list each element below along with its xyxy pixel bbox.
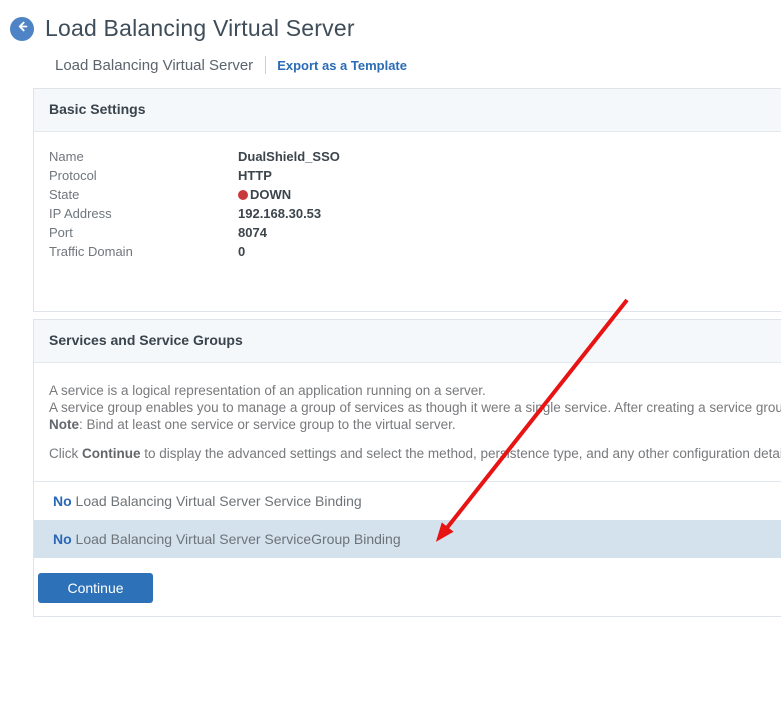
field-value: 8074 (238, 225, 267, 240)
vertical-divider (265, 56, 266, 74)
button-area: Continue (34, 558, 781, 616)
services-description: A service is a logical representation of… (34, 363, 781, 433)
description-line-1: A service is a logical representation of… (49, 382, 781, 399)
field-row-state: State DOWN (49, 185, 766, 204)
description-line-2: A service group enables you to manage a … (49, 399, 781, 416)
basic-settings-title: Basic Settings (49, 101, 145, 117)
hint-prefix: Click (49, 446, 82, 461)
lb-virtual-server-page: Load Balancing Virtual Server Load Balan… (0, 0, 781, 711)
field-label: Name (49, 149, 238, 164)
subheader: Load Balancing Virtual Server Export as … (55, 55, 781, 75)
status-badge: DOWN (238, 187, 291, 202)
status-down-icon (238, 190, 248, 200)
binding-label: Load Balancing Virtual Server Service Bi… (72, 493, 362, 509)
basic-settings-panel: Basic Settings Name DualShield_SSO Proto… (33, 88, 781, 312)
field-value: 0 (238, 244, 245, 259)
services-panel: Services and Service Groups A service is… (33, 319, 781, 617)
status-text: DOWN (250, 187, 291, 202)
note-label: Note (49, 417, 79, 432)
binding-count: No (53, 531, 72, 547)
servicegroup-binding-row[interactable]: No Load Balancing Virtual Server Service… (34, 520, 781, 558)
field-row-protocol: Protocol HTTP (49, 166, 766, 185)
export-as-template-link[interactable]: Export as a Template (277, 58, 407, 73)
arrow-left-icon (16, 20, 29, 38)
field-row-ip-address: IP Address 192.168.30.53 (49, 204, 766, 223)
field-label: Protocol (49, 168, 238, 183)
basic-settings-fields: Name DualShield_SSO Protocol HTTP State … (34, 132, 781, 311)
page-header: Load Balancing Virtual Server (0, 0, 781, 42)
click-continue-hint: Click Continue to display the advanced s… (34, 433, 781, 481)
field-label: Port (49, 225, 238, 240)
hint-bold: Continue (82, 446, 141, 461)
binding-label: Load Balancing Virtual Server ServiceGro… (72, 531, 401, 547)
note-text: : Bind at least one service or service g… (79, 417, 456, 432)
binding-count: No (53, 493, 72, 509)
field-value: HTTP (238, 168, 272, 183)
description-note-line: Note: Bind at least one service or servi… (49, 416, 781, 433)
page-title: Load Balancing Virtual Server (45, 15, 355, 42)
field-label: State (49, 187, 238, 202)
field-value: 192.168.30.53 (238, 206, 321, 221)
field-row-traffic-domain: Traffic Domain 0 (49, 242, 766, 261)
field-label: Traffic Domain (49, 244, 238, 259)
field-label: IP Address (49, 206, 238, 221)
hint-suffix: to display the advanced settings and sel… (141, 446, 781, 461)
field-row-port: Port 8074 (49, 223, 766, 242)
continue-button[interactable]: Continue (38, 573, 153, 603)
service-binding-row[interactable]: No Load Balancing Virtual Server Service… (34, 482, 781, 520)
field-row-name: Name DualShield_SSO (49, 147, 766, 166)
binding-rows: No Load Balancing Virtual Server Service… (34, 481, 781, 558)
back-button[interactable] (10, 17, 34, 41)
services-panel-header: Services and Service Groups (34, 320, 781, 363)
basic-settings-header: Basic Settings (34, 89, 781, 132)
field-value: DualShield_SSO (238, 149, 340, 164)
subheader-tab-label: Load Balancing Virtual Server (55, 57, 253, 74)
services-panel-title: Services and Service Groups (49, 332, 243, 348)
